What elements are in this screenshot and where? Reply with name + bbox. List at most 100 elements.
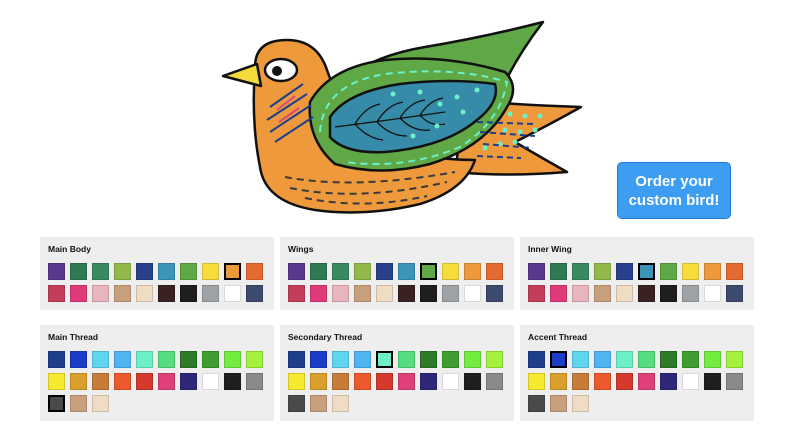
- color-swatch[interactable]: [682, 285, 699, 302]
- color-swatch[interactable]: [616, 351, 633, 368]
- color-swatch[interactable]: [638, 373, 655, 390]
- color-swatch[interactable]: [528, 351, 545, 368]
- color-swatch[interactable]: [136, 263, 153, 280]
- color-swatch[interactable]: [420, 373, 437, 390]
- color-swatch[interactable]: [246, 263, 263, 280]
- color-swatch[interactable]: [550, 395, 567, 412]
- color-swatch[interactable]: [332, 373, 349, 390]
- color-swatch[interactable]: [594, 285, 611, 302]
- color-swatch[interactable]: [158, 285, 175, 302]
- color-swatch[interactable]: [224, 351, 241, 368]
- color-swatch[interactable]: [682, 351, 699, 368]
- color-swatch[interactable]: [180, 285, 197, 302]
- color-swatch[interactable]: [726, 263, 743, 280]
- color-swatch[interactable]: [616, 285, 633, 302]
- color-swatch[interactable]: [180, 351, 197, 368]
- color-swatch[interactable]: [354, 263, 371, 280]
- color-swatch[interactable]: [136, 373, 153, 390]
- color-swatch[interactable]: [310, 285, 327, 302]
- color-swatch[interactable]: [726, 373, 743, 390]
- color-swatch[interactable]: [92, 395, 109, 412]
- color-swatch[interactable]: [420, 351, 437, 368]
- color-swatch[interactable]: [202, 285, 219, 302]
- color-swatch[interactable]: [572, 351, 589, 368]
- color-swatch[interactable]: [114, 373, 131, 390]
- color-swatch[interactable]: [354, 373, 371, 390]
- color-swatch[interactable]: [616, 373, 633, 390]
- color-swatch[interactable]: [288, 285, 305, 302]
- color-swatch[interactable]: [704, 263, 721, 280]
- color-swatch[interactable]: [202, 373, 219, 390]
- color-swatch[interactable]: [572, 285, 589, 302]
- color-swatch[interactable]: [442, 285, 459, 302]
- color-swatch[interactable]: [442, 263, 459, 280]
- color-swatch[interactable]: [202, 351, 219, 368]
- color-swatch[interactable]: [550, 373, 567, 390]
- color-swatch[interactable]: [48, 351, 65, 368]
- color-swatch[interactable]: [398, 285, 415, 302]
- color-swatch[interactable]: [682, 373, 699, 390]
- color-swatch[interactable]: [420, 263, 437, 280]
- color-swatch[interactable]: [376, 285, 393, 302]
- color-swatch[interactable]: [398, 373, 415, 390]
- color-swatch[interactable]: [572, 263, 589, 280]
- color-swatch[interactable]: [486, 373, 503, 390]
- color-swatch[interactable]: [442, 351, 459, 368]
- color-swatch[interactable]: [180, 263, 197, 280]
- color-swatch[interactable]: [486, 351, 503, 368]
- order-custom-bird-button[interactable]: Order your custom bird!: [617, 162, 731, 219]
- color-swatch[interactable]: [48, 373, 65, 390]
- color-swatch[interactable]: [310, 373, 327, 390]
- color-swatch[interactable]: [332, 395, 349, 412]
- color-swatch[interactable]: [464, 263, 481, 280]
- color-swatch[interactable]: [398, 351, 415, 368]
- color-swatch[interactable]: [48, 263, 65, 280]
- color-swatch[interactable]: [224, 373, 241, 390]
- color-swatch[interactable]: [92, 373, 109, 390]
- color-swatch[interactable]: [158, 263, 175, 280]
- color-swatch[interactable]: [660, 373, 677, 390]
- color-swatch[interactable]: [464, 373, 481, 390]
- color-swatch[interactable]: [310, 351, 327, 368]
- color-swatch[interactable]: [136, 285, 153, 302]
- color-swatch[interactable]: [332, 285, 349, 302]
- color-swatch[interactable]: [288, 395, 305, 412]
- color-swatch[interactable]: [114, 285, 131, 302]
- color-swatch[interactable]: [92, 351, 109, 368]
- color-swatch[interactable]: [572, 373, 589, 390]
- color-swatch[interactable]: [246, 351, 263, 368]
- color-swatch[interactable]: [70, 395, 87, 412]
- color-swatch[interactable]: [376, 373, 393, 390]
- color-swatch[interactable]: [136, 351, 153, 368]
- color-swatch[interactable]: [70, 351, 87, 368]
- color-swatch[interactable]: [550, 285, 567, 302]
- color-swatch[interactable]: [354, 351, 371, 368]
- color-swatch[interactable]: [376, 263, 393, 280]
- color-swatch[interactable]: [486, 263, 503, 280]
- color-swatch[interactable]: [354, 285, 371, 302]
- color-swatch[interactable]: [616, 263, 633, 280]
- color-swatch[interactable]: [660, 263, 677, 280]
- color-swatch[interactable]: [528, 263, 545, 280]
- color-swatch[interactable]: [288, 373, 305, 390]
- color-swatch[interactable]: [70, 263, 87, 280]
- color-swatch[interactable]: [332, 351, 349, 368]
- color-swatch[interactable]: [704, 373, 721, 390]
- color-swatch[interactable]: [310, 395, 327, 412]
- color-swatch[interactable]: [398, 263, 415, 280]
- color-swatch[interactable]: [180, 373, 197, 390]
- color-swatch[interactable]: [202, 263, 219, 280]
- color-swatch[interactable]: [660, 351, 677, 368]
- color-swatch[interactable]: [70, 373, 87, 390]
- color-swatch[interactable]: [464, 285, 481, 302]
- color-swatch[interactable]: [246, 373, 263, 390]
- color-swatch[interactable]: [464, 351, 481, 368]
- color-swatch[interactable]: [420, 285, 437, 302]
- color-swatch[interactable]: [528, 285, 545, 302]
- color-swatch[interactable]: [70, 285, 87, 302]
- color-swatch[interactable]: [92, 263, 109, 280]
- color-swatch[interactable]: [704, 351, 721, 368]
- color-swatch[interactable]: [682, 263, 699, 280]
- color-swatch[interactable]: [572, 395, 589, 412]
- color-swatch[interactable]: [638, 263, 655, 280]
